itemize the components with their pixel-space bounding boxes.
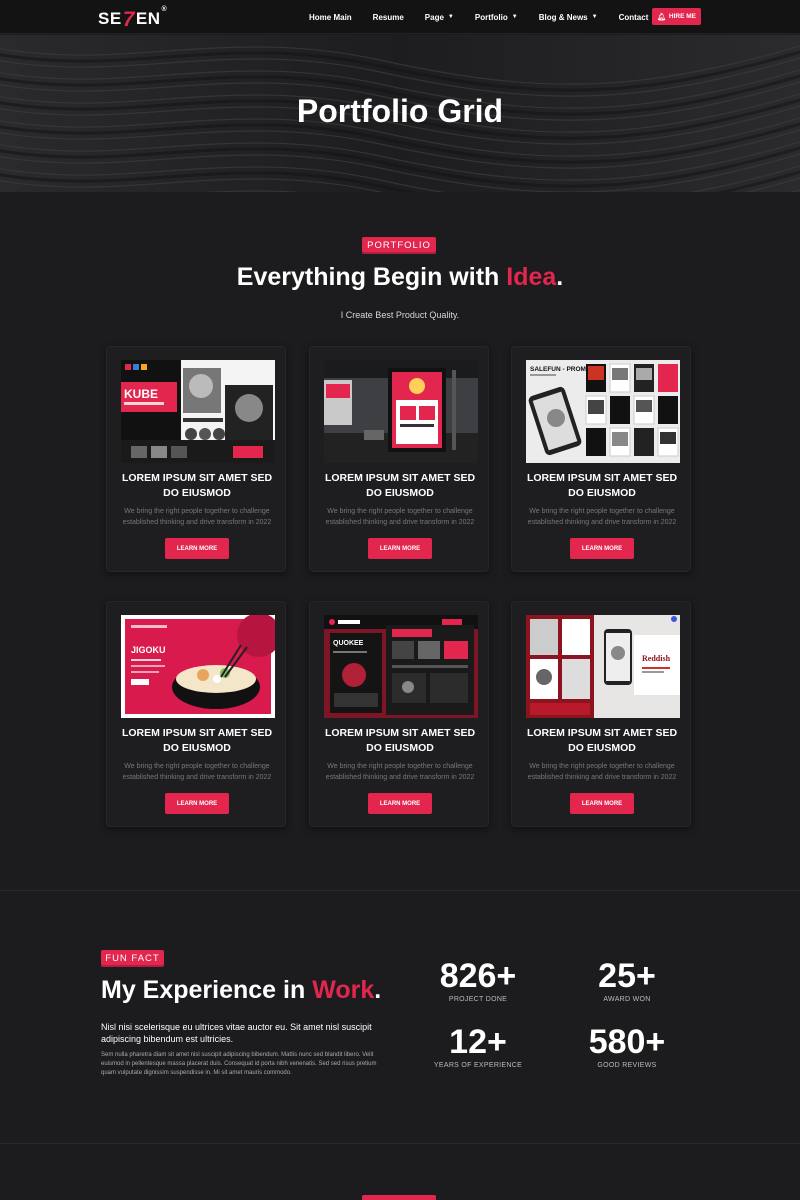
title-accent: Idea <box>506 263 557 291</box>
card-description: We bring the right people together to ch… <box>527 763 677 781</box>
title-end: . <box>374 976 382 1004</box>
stat-number: 12+ <box>449 1023 507 1061</box>
stat-label: YEARS OF EXPERIENCE <box>433 1062 523 1069</box>
nav-item-label: Page <box>424 12 444 22</box>
stat-number: 580+ <box>588 1023 666 1061</box>
nav-item-blog-news[interactable]: Blog & News ▼ <box>539 13 598 22</box>
title-end: . <box>556 263 564 291</box>
reddish-logo-text: Reddish <box>642 654 671 663</box>
stat-number: 25+ <box>598 957 656 995</box>
nav-item-page[interactable]: Page ▼ <box>425 13 454 22</box>
logo-prefix: SE <box>98 9 122 28</box>
portfolio-card: SALEFUN - PROMO LOREM IPSUM SIT AMET SED… <box>511 346 691 572</box>
portfolio-card: JIGOKU LOREM IPSUM SIT AMET SED DO EIUSM… <box>106 601 286 827</box>
stat-number: 826+ <box>439 957 517 995</box>
portfolio-card: LOREM IPSUM SIT AMET SED DO EIUSMOD We b… <box>309 346 489 572</box>
stat-years-experience: 12+ YEARS OF EXPERIENCE <box>408 1024 548 1069</box>
next-section-badge-partial <box>362 1195 436 1200</box>
logo-registered-mark: ® <box>161 6 168 13</box>
title-text: Everything Begin with <box>236 263 507 291</box>
caret-down-icon: ▼ <box>591 14 598 20</box>
site-logo[interactable]: SE7EN® <box>98 6 168 31</box>
caret-down-icon: ▼ <box>511 14 518 20</box>
hire-me-label: HIRE ME <box>668 13 696 20</box>
quokee-logo-text: QUOKEE <box>333 640 364 647</box>
stat-good-reviews: 580+ GOOD REVIEWS <box>557 1024 697 1069</box>
top-navbar: SE7EN® Home Main Resume Page ▼ Portfolio ▼… <box>0 0 800 34</box>
title-text: My Experience in <box>101 976 313 1004</box>
nav-item-resume[interactable]: Resume <box>373 13 404 22</box>
nav-item-portfolio[interactable]: Portfolio ▼ <box>475 13 518 22</box>
caret-down-icon: ▼ <box>447 14 454 20</box>
page-title: Portfolio Grid <box>296 93 504 129</box>
nav-item-home-main[interactable]: Home Main <box>309 13 352 22</box>
experience-body-text: Sem nulla pharetra diam sit amet nisl su… <box>101 1052 377 1076</box>
title-accent: Work <box>312 976 375 1004</box>
logo-suffix: EN <box>135 9 161 28</box>
portfolio-thumbnail[interactable]: KUBE <box>121 360 275 463</box>
section-divider <box>0 890 800 891</box>
card-title: LOREM IPSUM SIT AMET SED DO EIUSMOD <box>121 472 273 499</box>
learn-more-button[interactable]: LEARN MORE <box>368 538 432 559</box>
experience-section-title: My Experience in Work. <box>101 976 381 1005</box>
experience-lead-text: Nisl nisi scelerisque eu ultrices vitae … <box>101 1022 372 1044</box>
stat-project-done: 826+ PROJECT DONE <box>408 958 548 1003</box>
fun-fact-badge: FUN FACT <box>101 950 164 967</box>
nav-item-label: Portfolio <box>474 12 508 22</box>
section-divider <box>0 1143 800 1144</box>
card-title: LOREM IPSUM SIT AMET SED DO EIUSMOD <box>121 727 273 754</box>
portfolio-thumbnail[interactable]: Reddish <box>526 615 680 718</box>
learn-more-button[interactable]: LEARN MORE <box>368 793 432 814</box>
card-description: We bring the right people together to ch… <box>325 508 475 526</box>
stat-award-won: 25+ AWARD WON <box>557 958 697 1003</box>
main-menu: Home Main Resume Page ▼ Portfolio ▼ Blog &… <box>309 0 648 34</box>
portfolio-section-title: Everything Begin with Idea. <box>0 263 800 292</box>
jigoku-logo-text: JIGOKU <box>131 645 166 655</box>
nav-item-contact[interactable]: Contact <box>619 13 649 22</box>
portfolio-thumbnail[interactable]: SALEFUN - PROMO <box>526 360 680 463</box>
nav-item-label: Blog & News <box>538 12 588 22</box>
stat-label: PROJECT DONE <box>448 996 508 1003</box>
bell-icon: 🔔︎ <box>657 13 666 21</box>
card-description: We bring the right people together to ch… <box>122 508 272 526</box>
nav-item-label: Resume <box>372 12 404 22</box>
salefun-promo-text: SALEFUN - PROMO <box>530 366 591 373</box>
portfolio-card: KUBE LOREM IPSUM SIT AMET SED DO EIUSMOD… <box>106 346 286 572</box>
portfolio-card: Reddish LOREM IPSUM SIT AMET SED DO EIUS… <box>511 601 691 827</box>
card-description: We bring the right people together to ch… <box>325 763 475 781</box>
nav-item-label: Contact <box>618 12 649 22</box>
card-description: We bring the right people together to ch… <box>527 508 677 526</box>
hire-me-button[interactable]: 🔔︎ HIRE ME <box>652 8 701 25</box>
stat-label: GOOD REVIEWS <box>597 1062 657 1069</box>
stat-label: AWARD WON <box>603 996 651 1003</box>
card-title: LOREM IPSUM SIT AMET SED DO EIUSMOD <box>324 727 476 754</box>
portfolio-thumbnail[interactable]: QUOKEE <box>324 615 478 718</box>
portfolio-thumbnail[interactable]: JIGOKU <box>121 615 275 718</box>
card-title: LOREM IPSUM SIT AMET SED DO EIUSMOD <box>324 472 476 499</box>
nav-item-label: Home Main <box>309 12 352 22</box>
card-title: LOREM IPSUM SIT AMET SED DO EIUSMOD <box>526 472 678 499</box>
portfolio-card: QUOKEE LOREM IPSUM SIT AMET SED DO EIUSM… <box>309 601 489 827</box>
kube-logo-text: KUBE <box>124 387 158 401</box>
logo-seven: 7 <box>122 8 135 31</box>
card-title: LOREM IPSUM SIT AMET SED DO EIUSMOD <box>526 727 678 754</box>
portfolio-subtitle: I Create Best Product Quality. <box>340 310 460 320</box>
learn-more-button[interactable]: LEARN MORE <box>165 538 229 559</box>
learn-more-button[interactable]: LEARN MORE <box>570 793 634 814</box>
portfolio-thumbnail[interactable] <box>324 360 478 463</box>
learn-more-button[interactable]: LEARN MORE <box>570 538 634 559</box>
card-description: We bring the right people together to ch… <box>122 763 272 781</box>
portfolio-badge: PORTFOLIO <box>362 237 436 254</box>
learn-more-button[interactable]: LEARN MORE <box>165 793 229 814</box>
page-hero-banner: Portfolio Grid <box>0 35 800 192</box>
